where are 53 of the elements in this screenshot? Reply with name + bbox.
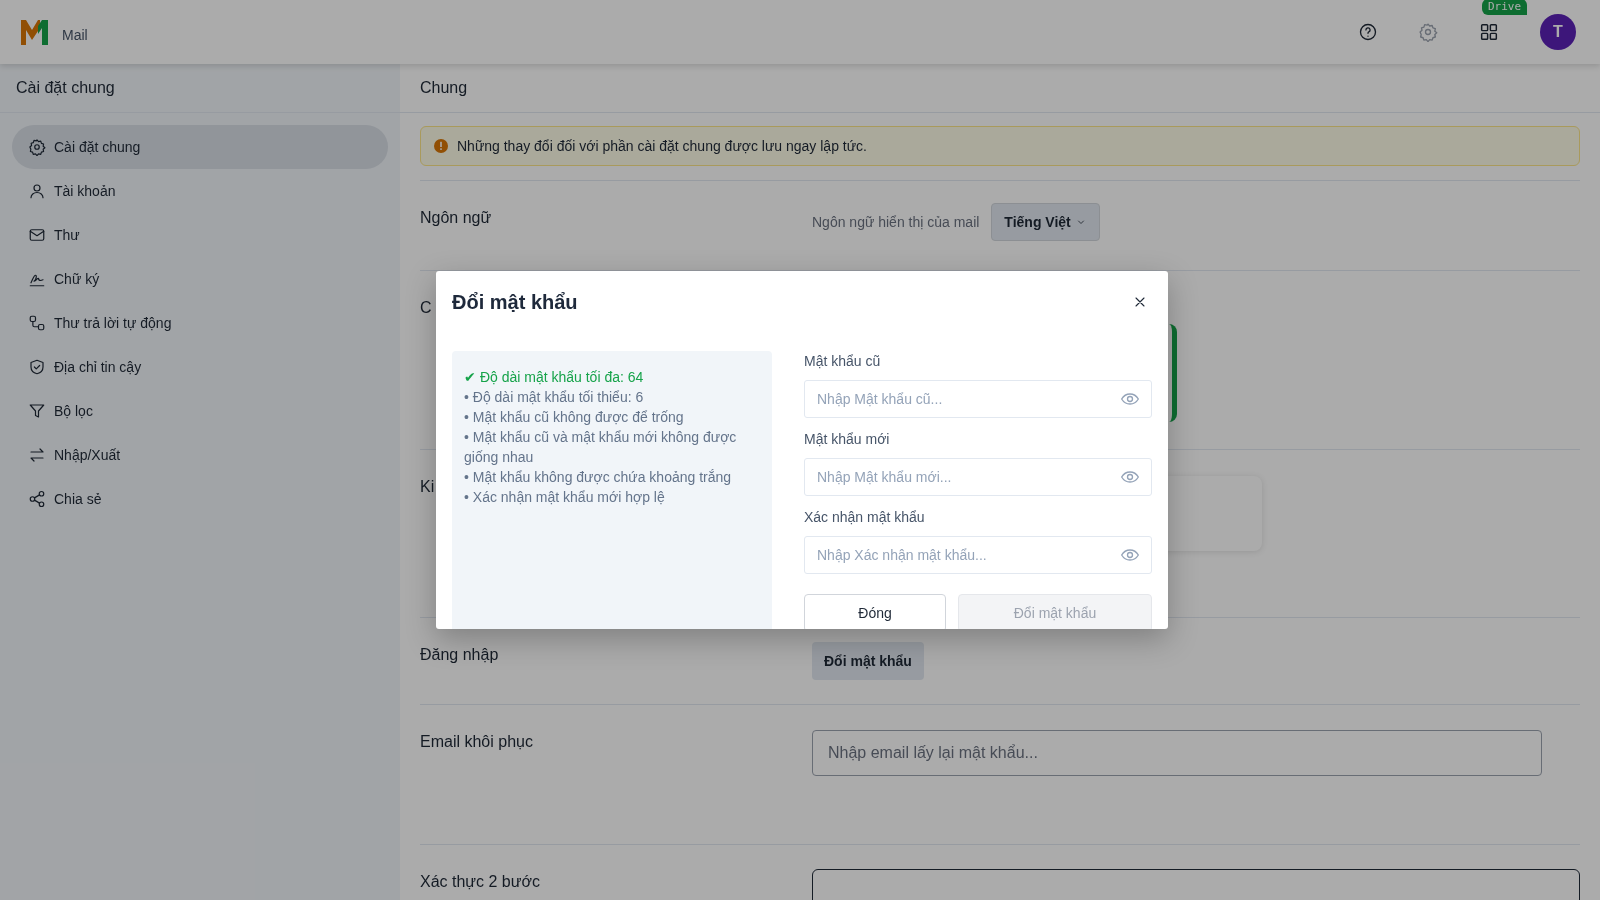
grid-icon (1478, 21, 1500, 43)
swap-arrows-icon (28, 446, 46, 464)
password-rule: • Mật khẩu cũ và mật khẩu mới không được giống nhau (464, 428, 738, 467)
apps-button[interactable] (1478, 21, 1500, 43)
sidebar-item[interactable]: Tài khoản (12, 169, 388, 213)
sidebar-item[interactable]: Thư (12, 213, 388, 257)
settings-icon (1418, 22, 1438, 42)
filter-icon (28, 402, 46, 420)
password-field[interactable]: Nhập Xác nhận mật khẩu... (804, 536, 1152, 574)
language-dropdown[interactable]: Tiếng Việt (991, 203, 1100, 241)
password-rule: • Mật khẩu cũ không được để trống (464, 408, 685, 427)
settings-icon (28, 138, 46, 156)
language-hint: Ngôn ngữ hiển thị của mail (812, 214, 980, 230)
password-rule: • Xác nhận mật khẩu mới hợp lệ (464, 488, 666, 507)
sidebar-item[interactable]: Chữ ký (12, 257, 388, 301)
help-button[interactable] (1358, 22, 1378, 42)
warning-icon (433, 138, 449, 154)
help-icon (1358, 22, 1378, 42)
password-rule: • Độ dài mật khẩu tối thiểu: 6 (464, 388, 645, 407)
sidebar-item[interactable]: Nhập/Xuất (12, 433, 388, 477)
sidebar-item[interactable]: Địa chỉ tin cậy (12, 345, 388, 389)
change-password-button[interactable]: Đổi mật khẩu (812, 642, 924, 680)
shield-icon (28, 358, 46, 376)
section-label: C (420, 299, 432, 317)
password-rule: • Mật khẩu không được chứa khoảng trắng (464, 468, 733, 487)
flow-icon (28, 314, 46, 332)
dialog-title: Đổi mật khẩu (452, 290, 578, 314)
close-dialog-button[interactable]: Đóng (804, 594, 946, 629)
password-rule: ✔ Độ dài mật khẩu tối đa: 64 (464, 368, 645, 387)
section-label: Xác thực 2 bước (420, 873, 540, 891)
page-title: Chung (400, 64, 1600, 113)
sidebar-item[interactable]: Chia sẻ (12, 477, 388, 521)
field-label: Mật khẩu cũ (804, 353, 882, 371)
sidebar-title: Cài đặt chung (0, 64, 400, 113)
sidebar-item[interactable]: Bộ lọc (12, 389, 388, 433)
notice-text: Những thay đổi đối với phần cài đặt chung được lưu ngay lập tức. (457, 138, 867, 154)
section-label: Đăng nhập (420, 646, 499, 664)
sidebar-item[interactable]: Cài đặt chung (12, 125, 388, 169)
section-label: Email khôi phục (420, 733, 533, 751)
recovery-email-field[interactable]: Nhập email lấy lại mật khẩu... (812, 730, 1542, 776)
envelope-icon (28, 226, 46, 244)
sidebar-item[interactable]: Thư trả lời tự động (12, 301, 388, 345)
password-field[interactable]: Nhập Mật khẩu mới... (804, 458, 1152, 496)
section-label: Ki (420, 478, 435, 496)
share-icon (28, 490, 46, 508)
drive-badge: Drive (1482, 0, 1528, 15)
section-label: Ngôn ngữ (420, 209, 492, 227)
field-label: Mật khẩu mới (804, 431, 891, 449)
avatar[interactable]: T (1540, 14, 1576, 50)
password-field[interactable]: Nhập Mật khẩu cũ... (804, 380, 1152, 418)
app-name: Mail (62, 27, 88, 43)
user-icon (28, 182, 46, 200)
field-label: Xác nhận mật khẩu (804, 509, 926, 527)
